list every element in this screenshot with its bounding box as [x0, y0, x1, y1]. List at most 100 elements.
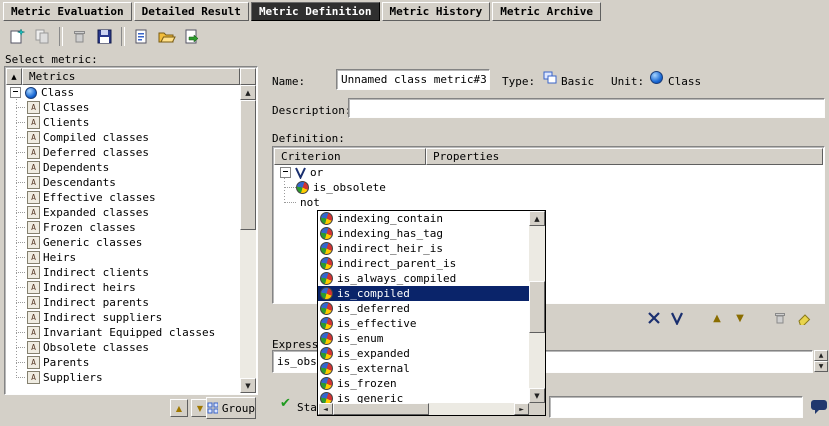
delete-metric-button[interactable] [67, 25, 92, 48]
metric-tree-item[interactable]: Indirect heirs [6, 280, 240, 295]
tab-bar: Metric Evaluation Detailed Result Metric… [0, 0, 829, 23]
metric-tree-item[interactable]: Generic classes [6, 235, 240, 250]
criterion-option[interactable]: indirect_parent_is [318, 256, 529, 271]
scroll-down-icon[interactable]: ▼ [529, 388, 545, 403]
criterion-option[interactable]: indexing_has_tag [318, 226, 529, 241]
expression-scroll: ▲ ▼ [814, 350, 828, 372]
tab[interactable]: Metric Archive [492, 2, 601, 21]
group-button-label: Group [222, 402, 255, 415]
metric-tree-item[interactable]: Indirect clients [6, 265, 240, 280]
dropdown-horizontal-scrollbar[interactable]: ◄ ► [318, 403, 529, 415]
tab[interactable]: Metric Definition [251, 2, 380, 21]
criterion-option[interactable]: is_generic [318, 391, 529, 403]
criterion-option[interactable]: is_frozen [318, 376, 529, 391]
criterion-row-or[interactable]: or [274, 165, 823, 180]
criterion-row-not[interactable]: not [274, 195, 823, 210]
type-value: Basic [561, 75, 594, 88]
tree-vertical-scrollbar[interactable]: ▲ ▼ [240, 85, 256, 393]
toolbar-separator [59, 27, 63, 46]
save-metric-button[interactable] [92, 25, 117, 48]
scrollbar-thumb[interactable] [333, 403, 429, 415]
metric-tree-item[interactable]: Indirect suppliers [6, 310, 240, 325]
metric-tree-item-label: Clients [43, 116, 89, 129]
metric-tree-item[interactable]: Indirect parents [6, 295, 240, 310]
criterion-toolbar: ▲ ▼ [644, 309, 813, 327]
tab[interactable]: Metric Evaluation [3, 2, 132, 21]
metric-tree-item[interactable]: Compiled classes [6, 130, 240, 145]
metric-tree-item[interactable]: Expanded classes [6, 205, 240, 220]
criterion-option[interactable]: is_effective [318, 316, 529, 331]
status-input[interactable] [549, 396, 803, 418]
scroll-down-icon[interactable]: ▼ [240, 378, 256, 393]
sort-ascending-icon[interactable]: ▲ [6, 68, 22, 85]
scroll-left-icon[interactable]: ◄ [318, 403, 333, 415]
new-metric-button[interactable] [5, 25, 30, 48]
scrollbar-thumb[interactable] [529, 281, 545, 333]
move-up-button[interactable]: ▲ [170, 399, 188, 417]
metric-tree-item-label: Indirect suppliers [43, 311, 162, 324]
collapse-icon[interactable] [10, 87, 21, 98]
criterion-icon [320, 332, 333, 345]
remove-criterion-button[interactable] [770, 309, 790, 327]
copy-metric-button[interactable] [30, 25, 55, 48]
collapse-icon[interactable] [280, 167, 291, 178]
name-input[interactable] [336, 69, 490, 90]
move-criterion-down-button[interactable]: ▼ [730, 309, 750, 327]
dropdown-vertical-scrollbar[interactable]: ▲ ▼ [529, 211, 545, 403]
properties-column-header[interactable]: Properties [426, 148, 823, 165]
scroll-up-icon[interactable]: ▲ [814, 350, 828, 361]
description-input[interactable] [348, 98, 825, 118]
criterion-option[interactable]: indexing_contain [318, 211, 529, 226]
tab-label: Metric Archive [500, 5, 593, 18]
criterion-option[interactable]: indirect_heir_is [318, 241, 529, 256]
criterion-dropdown: indexing_contain indexing_has_tag indire… [317, 210, 546, 416]
erase-criterion-button[interactable] [793, 309, 813, 327]
metric-icon [27, 116, 40, 129]
metric-tree-item[interactable]: Parents [6, 355, 240, 370]
metric-tree-item[interactable]: Dependents [6, 160, 240, 175]
criterion-option[interactable]: is_compiled [318, 286, 529, 301]
criterion-option[interactable]: is_enum [318, 331, 529, 346]
valid-check-icon: ✔ [280, 396, 291, 411]
metric-tree-item[interactable]: Classes [6, 100, 240, 115]
scroll-right-icon[interactable]: ► [514, 403, 529, 415]
criterion-option-label: is_compiled [337, 287, 410, 300]
scroll-up-icon[interactable]: ▲ [240, 85, 256, 100]
criterion-column-header[interactable]: Criterion [274, 148, 426, 165]
change-operator-button[interactable] [667, 309, 687, 327]
comment-button[interactable] [809, 397, 829, 417]
tab[interactable]: Detailed Result [134, 2, 249, 21]
move-criterion-up-button[interactable]: ▲ [707, 309, 727, 327]
metrics-column-header[interactable]: Metrics [22, 68, 240, 85]
metric-tree-item[interactable]: Descendants [6, 175, 240, 190]
metric-tree-item-label: Indirect parents [43, 296, 149, 309]
metric-tree-item[interactable]: Effective classes [6, 190, 240, 205]
group-button[interactable]: Group [206, 397, 256, 419]
metric-tree-item[interactable]: Suppliers [6, 370, 240, 385]
criterion-option[interactable]: is_deferred [318, 301, 529, 316]
name-label: Name: [272, 75, 305, 88]
scroll-up-icon[interactable]: ▲ [529, 211, 545, 226]
scroll-down-icon[interactable]: ▼ [814, 361, 828, 372]
export-metric-button[interactable] [179, 25, 204, 48]
unit-value: Class [668, 75, 701, 88]
metric-tree-item[interactable]: Invariant Equipped classes [6, 325, 240, 340]
criterion-row-label: is_obsolete [313, 181, 386, 194]
scrollbar-thumb[interactable] [240, 100, 256, 230]
metric-tree-item[interactable]: Deferred classes [6, 145, 240, 160]
criterion-option[interactable]: is_external [318, 361, 529, 376]
exchange-criterion-button[interactable] [644, 309, 664, 327]
criterion-row-is-obsolete[interactable]: is_obsolete [274, 180, 823, 195]
metric-tree-root[interactable]: Class [6, 85, 240, 100]
criterion-option[interactable]: is_always_compiled [318, 271, 529, 286]
tab[interactable]: Metric History [382, 2, 491, 21]
criterion-option[interactable]: is_expanded [318, 346, 529, 361]
criterion-icon [320, 287, 333, 300]
metric-tree-item[interactable]: Frozen classes [6, 220, 240, 235]
metric-tree-item[interactable]: Obsolete classes [6, 340, 240, 355]
open-metric-file-button[interactable] [154, 25, 179, 48]
metric-icon [27, 191, 40, 204]
metric-tree-item[interactable]: Clients [6, 115, 240, 130]
import-metric-button[interactable] [129, 25, 154, 48]
metric-tree-item[interactable]: Heirs [6, 250, 240, 265]
